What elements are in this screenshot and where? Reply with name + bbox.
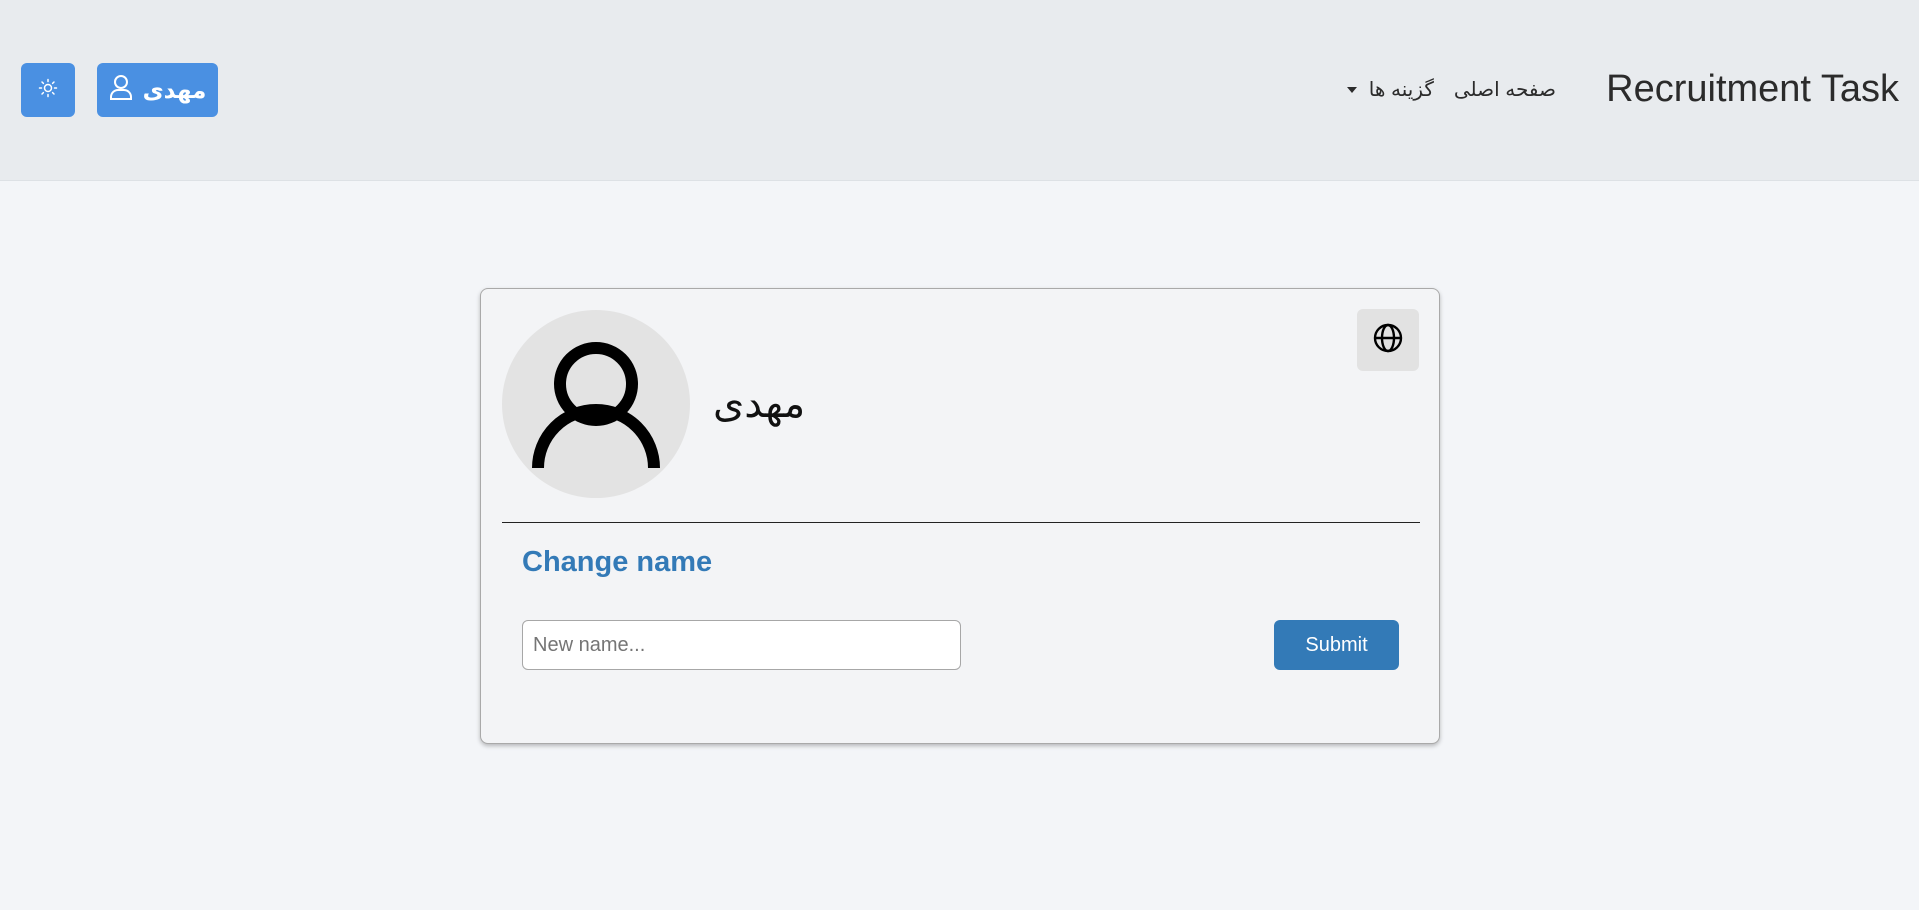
submit-button[interactable]: Submit	[1274, 620, 1399, 670]
user-menu-button[interactable]: مهدی	[97, 63, 218, 117]
brand-title[interactable]: Recruitment Task	[1606, 66, 1899, 112]
user-menu-label: مهدی	[142, 76, 207, 103]
profile-name: مهدی	[713, 382, 806, 426]
sun-icon	[38, 78, 58, 103]
navbar: Recruitment Task صفحه اصلی گزینه ها مهدی	[0, 0, 1919, 181]
user-avatar-icon	[502, 310, 690, 498]
nav-dropdown-label: گزینه ها	[1368, 79, 1434, 101]
user-icon	[109, 74, 133, 106]
change-name-title: Change name	[522, 546, 713, 578]
caret-down-icon	[1346, 87, 1357, 93]
nav-dropdown-options[interactable]: گزینه ها	[1346, 76, 1434, 104]
profile-card: مهدی Change name Submit	[480, 288, 1440, 744]
divider	[502, 522, 1420, 523]
nav-link-home[interactable]: صفحه اصلی	[1454, 76, 1556, 104]
language-button[interactable]	[1357, 309, 1419, 371]
new-name-input[interactable]	[522, 620, 961, 670]
nav-links: صفحه اصلی گزینه ها	[1346, 76, 1556, 104]
theme-toggle-button[interactable]	[21, 63, 75, 117]
globe-icon	[1372, 322, 1404, 359]
